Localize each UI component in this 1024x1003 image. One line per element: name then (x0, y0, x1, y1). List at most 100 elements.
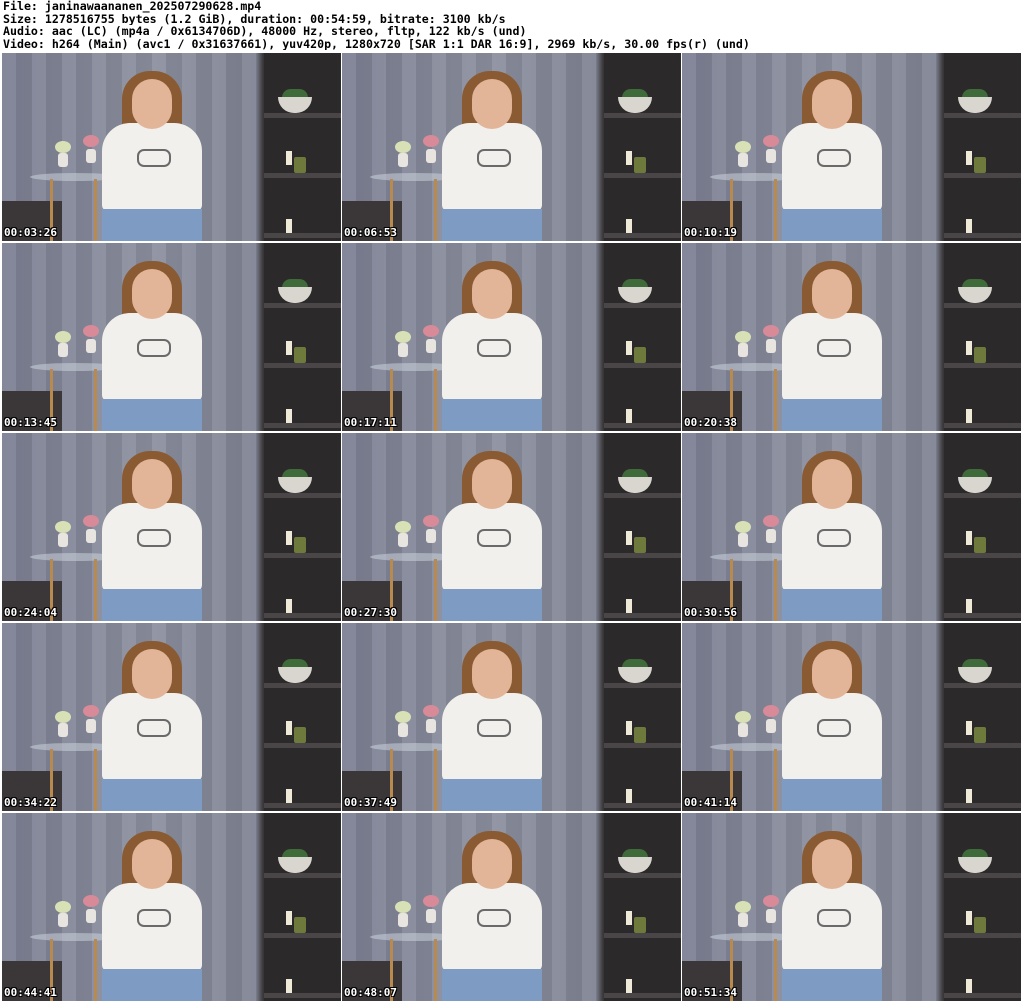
face (812, 459, 852, 509)
person (62, 53, 242, 241)
shirt-logo (137, 339, 171, 357)
jar (294, 727, 306, 743)
candle (626, 721, 632, 735)
size-line: Size: 1278516755 bytes (1.2 GiB), durati… (3, 12, 506, 26)
jar (634, 347, 646, 363)
shelf-board (944, 683, 1021, 688)
shelf-board (604, 423, 681, 428)
bookshelf (604, 623, 681, 811)
shirt-logo (137, 149, 171, 167)
shelf-board (944, 173, 1021, 178)
plant-pot (278, 667, 312, 683)
candle (626, 531, 632, 545)
face (812, 649, 852, 699)
face (132, 839, 172, 889)
video-thumbnail: 00:10:19 (682, 53, 1021, 241)
t-shirt (782, 883, 882, 971)
plant-pot (618, 667, 652, 683)
t-shirt (102, 883, 202, 971)
jar (974, 347, 986, 363)
shelf-board (944, 933, 1021, 938)
shelf-board (604, 873, 681, 878)
candle (966, 219, 972, 233)
timestamp-label: 00:24:04 (4, 606, 57, 619)
shelf-board (604, 303, 681, 308)
candle (966, 531, 972, 545)
plant-pot (958, 287, 992, 303)
jar (294, 347, 306, 363)
shirt-logo (817, 529, 851, 547)
shelf-board (604, 173, 681, 178)
shelf-board (264, 993, 341, 998)
t-shirt (782, 123, 882, 211)
face (132, 269, 172, 319)
plant-pot (618, 97, 652, 113)
t-shirt (442, 693, 542, 781)
plant-pot (618, 477, 652, 493)
denim-shorts (442, 209, 542, 241)
face (132, 649, 172, 699)
candle (286, 219, 292, 233)
plant-pot (278, 97, 312, 113)
shirt-logo (817, 339, 851, 357)
file-name-line: File: janinawaananen_202507290628.mp4 (3, 0, 262, 13)
plant-pot (958, 477, 992, 493)
shelf-board (604, 113, 681, 118)
t-shirt (102, 503, 202, 591)
t-shirt (442, 313, 542, 401)
plant-pot (278, 857, 312, 873)
face (472, 79, 512, 129)
candle (966, 789, 972, 803)
shirt-logo (817, 719, 851, 737)
timestamp-label: 00:03:26 (4, 226, 57, 239)
t-shirt (442, 503, 542, 591)
bookshelf (604, 243, 681, 431)
bookshelf (264, 623, 341, 811)
timestamp-label: 00:20:38 (684, 416, 737, 429)
candle (626, 599, 632, 613)
video-thumbnail: 00:06:53 (342, 53, 681, 241)
jar (974, 917, 986, 933)
t-shirt (102, 313, 202, 401)
shelf-board (264, 743, 341, 748)
candle (966, 911, 972, 925)
bookshelf (944, 813, 1021, 1001)
video-thumbnail: 00:37:49 (342, 623, 681, 811)
video-thumbnail: 00:34:22 (2, 623, 341, 811)
shelf-board (944, 873, 1021, 878)
face (472, 459, 512, 509)
video-thumbnail: 00:03:26 (2, 53, 341, 241)
face (132, 79, 172, 129)
shelf-board (604, 613, 681, 618)
shelf-board (944, 743, 1021, 748)
shelf-board (604, 743, 681, 748)
candle (626, 911, 632, 925)
person (742, 53, 922, 241)
shelf-board (604, 993, 681, 998)
jar (974, 727, 986, 743)
video-thumbnail: 00:41:14 (682, 623, 1021, 811)
person (62, 813, 242, 1001)
jar (634, 157, 646, 173)
candle (626, 341, 632, 355)
timestamp-label: 00:51:34 (684, 986, 737, 999)
face (812, 269, 852, 319)
bookshelf (944, 433, 1021, 621)
shelf-board (604, 683, 681, 688)
shelf-board (944, 613, 1021, 618)
candle (966, 599, 972, 613)
timestamp-label: 00:06:53 (344, 226, 397, 239)
jar (634, 917, 646, 933)
face (472, 269, 512, 319)
video-thumbnail: 00:44:41 (2, 813, 341, 1001)
person (402, 243, 582, 431)
candle (626, 219, 632, 233)
shelf-board (264, 493, 341, 498)
shelf-board (944, 233, 1021, 238)
denim-shorts (102, 589, 202, 621)
candle (286, 599, 292, 613)
shirt-logo (477, 909, 511, 927)
video-thumbnail: 00:48:07 (342, 813, 681, 1001)
shelf-board (944, 993, 1021, 998)
candle (286, 789, 292, 803)
